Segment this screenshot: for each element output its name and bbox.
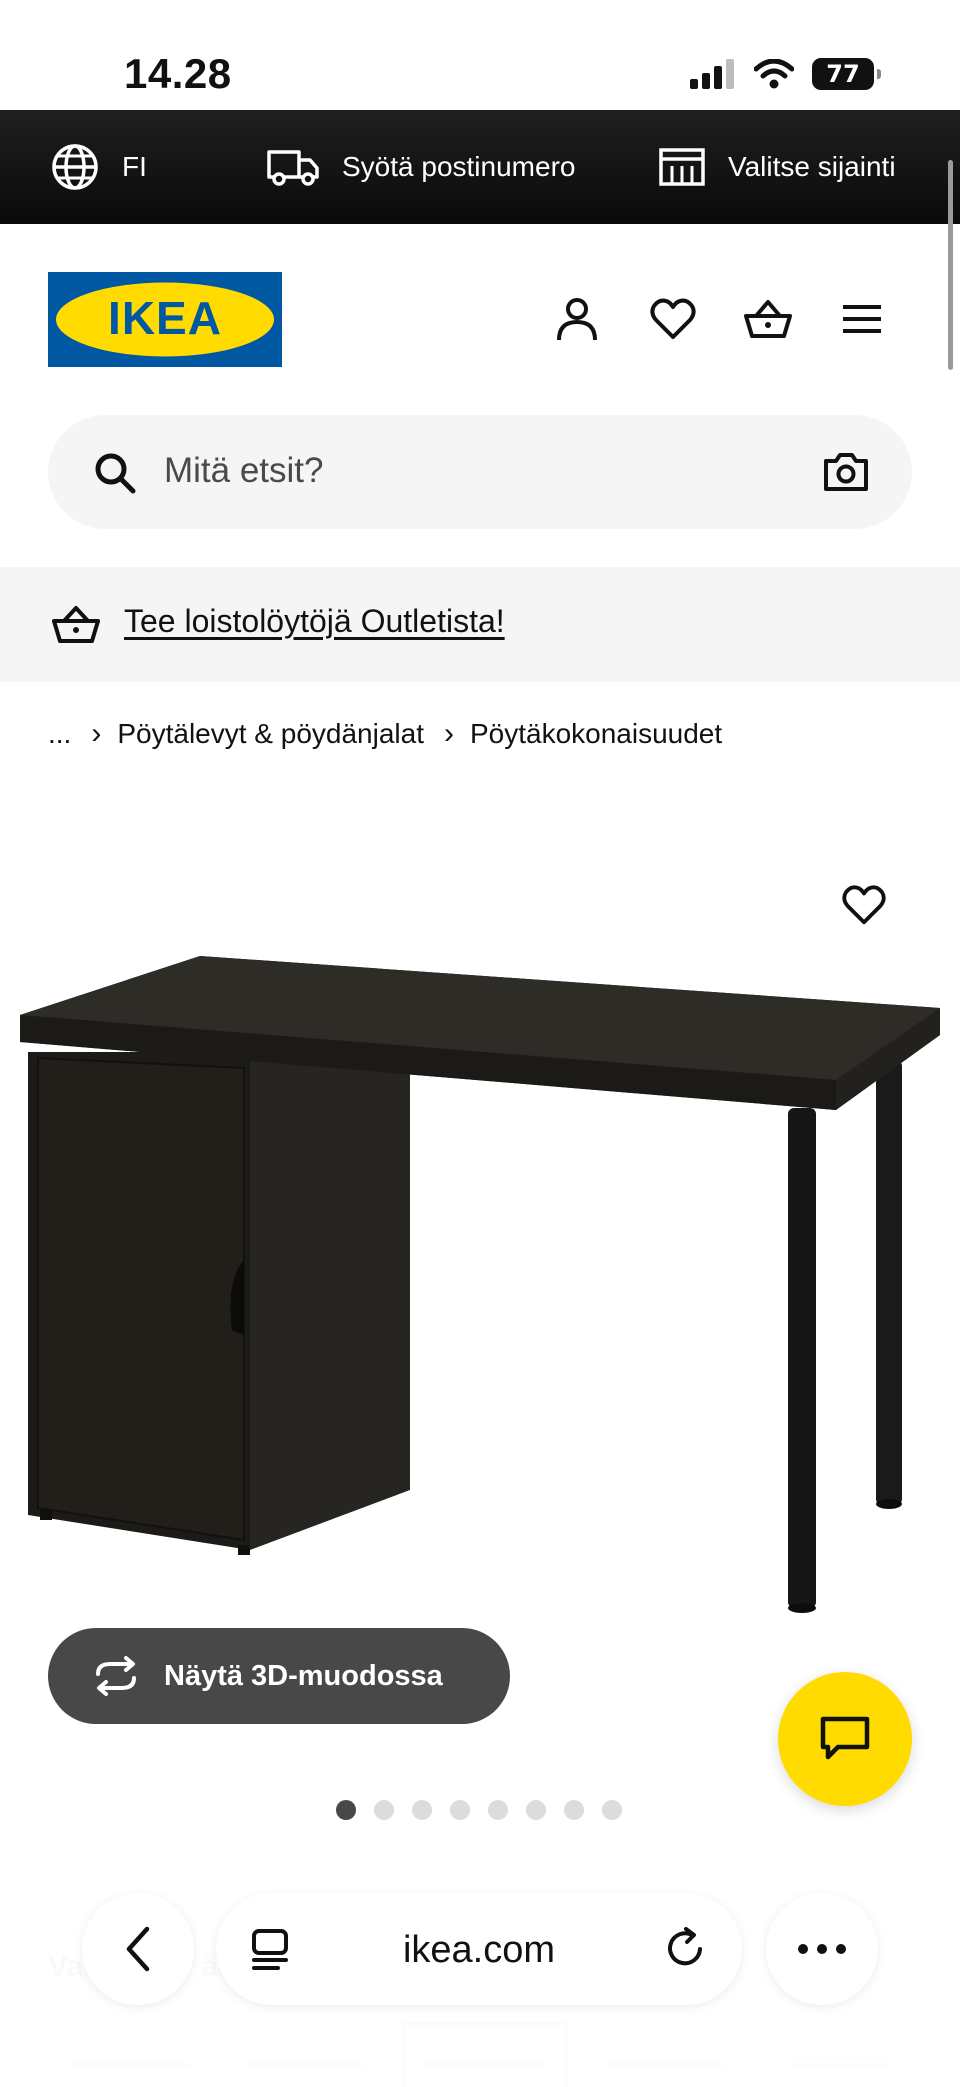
profile-button[interactable] xyxy=(552,294,602,344)
chat-button[interactable] xyxy=(778,1672,912,1806)
logo-text: IKEA xyxy=(108,292,222,344)
heart-icon xyxy=(650,298,696,339)
ikea-logo[interactable]: IKEA xyxy=(48,272,282,367)
search-input[interactable]: Mitä etsit? xyxy=(164,451,324,491)
outlet-banner: Tee loistolöytöjä Outletista! xyxy=(0,567,960,682)
breadcrumb-item-current[interactable]: Pöytäkokonaisuudet xyxy=(470,718,722,750)
basket-icon xyxy=(744,300,792,338)
truck-icon xyxy=(267,150,319,186)
language-selector[interactable]: FI xyxy=(50,110,147,224)
pagination-dot[interactable] xyxy=(602,1800,622,1820)
view-3d-label: Näytä 3D-muodossa xyxy=(164,1659,443,1692)
pagination-dot[interactable] xyxy=(412,1800,432,1820)
browser-back-button[interactable] xyxy=(82,1893,194,2005)
signal-icon xyxy=(690,59,734,89)
pagination-dot[interactable] xyxy=(336,1800,356,1820)
more-icon xyxy=(798,1944,846,1954)
product-favorite-button[interactable] xyxy=(840,882,888,933)
rotate-3d-icon xyxy=(96,1656,136,1696)
battery-level: 77 xyxy=(826,60,860,88)
status-time: 14.28 xyxy=(124,50,232,97)
postal-code-label: Syötä postinumero xyxy=(342,151,576,182)
pagination-dot[interactable] xyxy=(450,1800,470,1820)
chevron-left-icon xyxy=(126,1926,150,1972)
postal-code-selector[interactable]: Syötä postinumero xyxy=(266,110,575,224)
user-icon xyxy=(557,298,597,341)
store-icon xyxy=(659,148,705,186)
language-label: FI xyxy=(122,151,147,182)
battery-icon: 77 xyxy=(812,58,881,90)
basket-icon xyxy=(52,606,100,643)
wifi-icon xyxy=(754,59,794,89)
product-image[interactable] xyxy=(0,790,960,1670)
breadcrumb-item[interactable]: Pöytälevyt & pöydänjalat xyxy=(117,718,424,750)
pagination-dot[interactable] xyxy=(564,1800,584,1820)
chat-icon xyxy=(820,1716,870,1760)
breadcrumb-separator: › xyxy=(443,717,454,750)
breadcrumb: ... › Pöytälevyt & pöydänjalat › Pöytäko… xyxy=(48,714,722,754)
breadcrumb-separator: › xyxy=(91,717,102,750)
store-selector[interactable]: Valitse sijainti xyxy=(658,110,896,224)
outlet-link[interactable]: Tee loistolöytöjä Outletista! xyxy=(124,603,505,640)
breadcrumb-ellipsis[interactable]: ... xyxy=(48,718,71,750)
browser-more-button[interactable] xyxy=(766,1893,878,2005)
status-icons: 77 xyxy=(690,58,881,90)
image-pagination xyxy=(336,1800,622,1820)
search-bar[interactable]: Mitä etsit? xyxy=(48,415,912,529)
menu-button[interactable] xyxy=(840,294,890,344)
camera-icon[interactable] xyxy=(822,449,870,495)
page-scrollbar[interactable] xyxy=(948,160,953,370)
search-icon xyxy=(95,453,136,494)
wishlist-button[interactable] xyxy=(648,294,698,344)
top-bar: FI Syötä postinumero Valitse sijainti xyxy=(0,110,960,224)
address-bar[interactable]: ikea.com xyxy=(216,1893,742,2005)
pagination-dot[interactable] xyxy=(488,1800,508,1820)
hamburger-icon xyxy=(843,305,881,333)
store-label: Valitse sijainti xyxy=(728,151,896,182)
status-bar: 14.28 77 xyxy=(0,0,960,110)
pagination-dot[interactable] xyxy=(374,1800,394,1820)
pagination-dot[interactable] xyxy=(526,1800,546,1820)
view-3d-button[interactable]: Näytä 3D-muodossa xyxy=(48,1628,510,1724)
globe-icon xyxy=(52,144,98,190)
reload-icon[interactable] xyxy=(664,1925,708,1971)
heart-icon xyxy=(842,885,886,925)
cart-button[interactable] xyxy=(742,294,792,344)
